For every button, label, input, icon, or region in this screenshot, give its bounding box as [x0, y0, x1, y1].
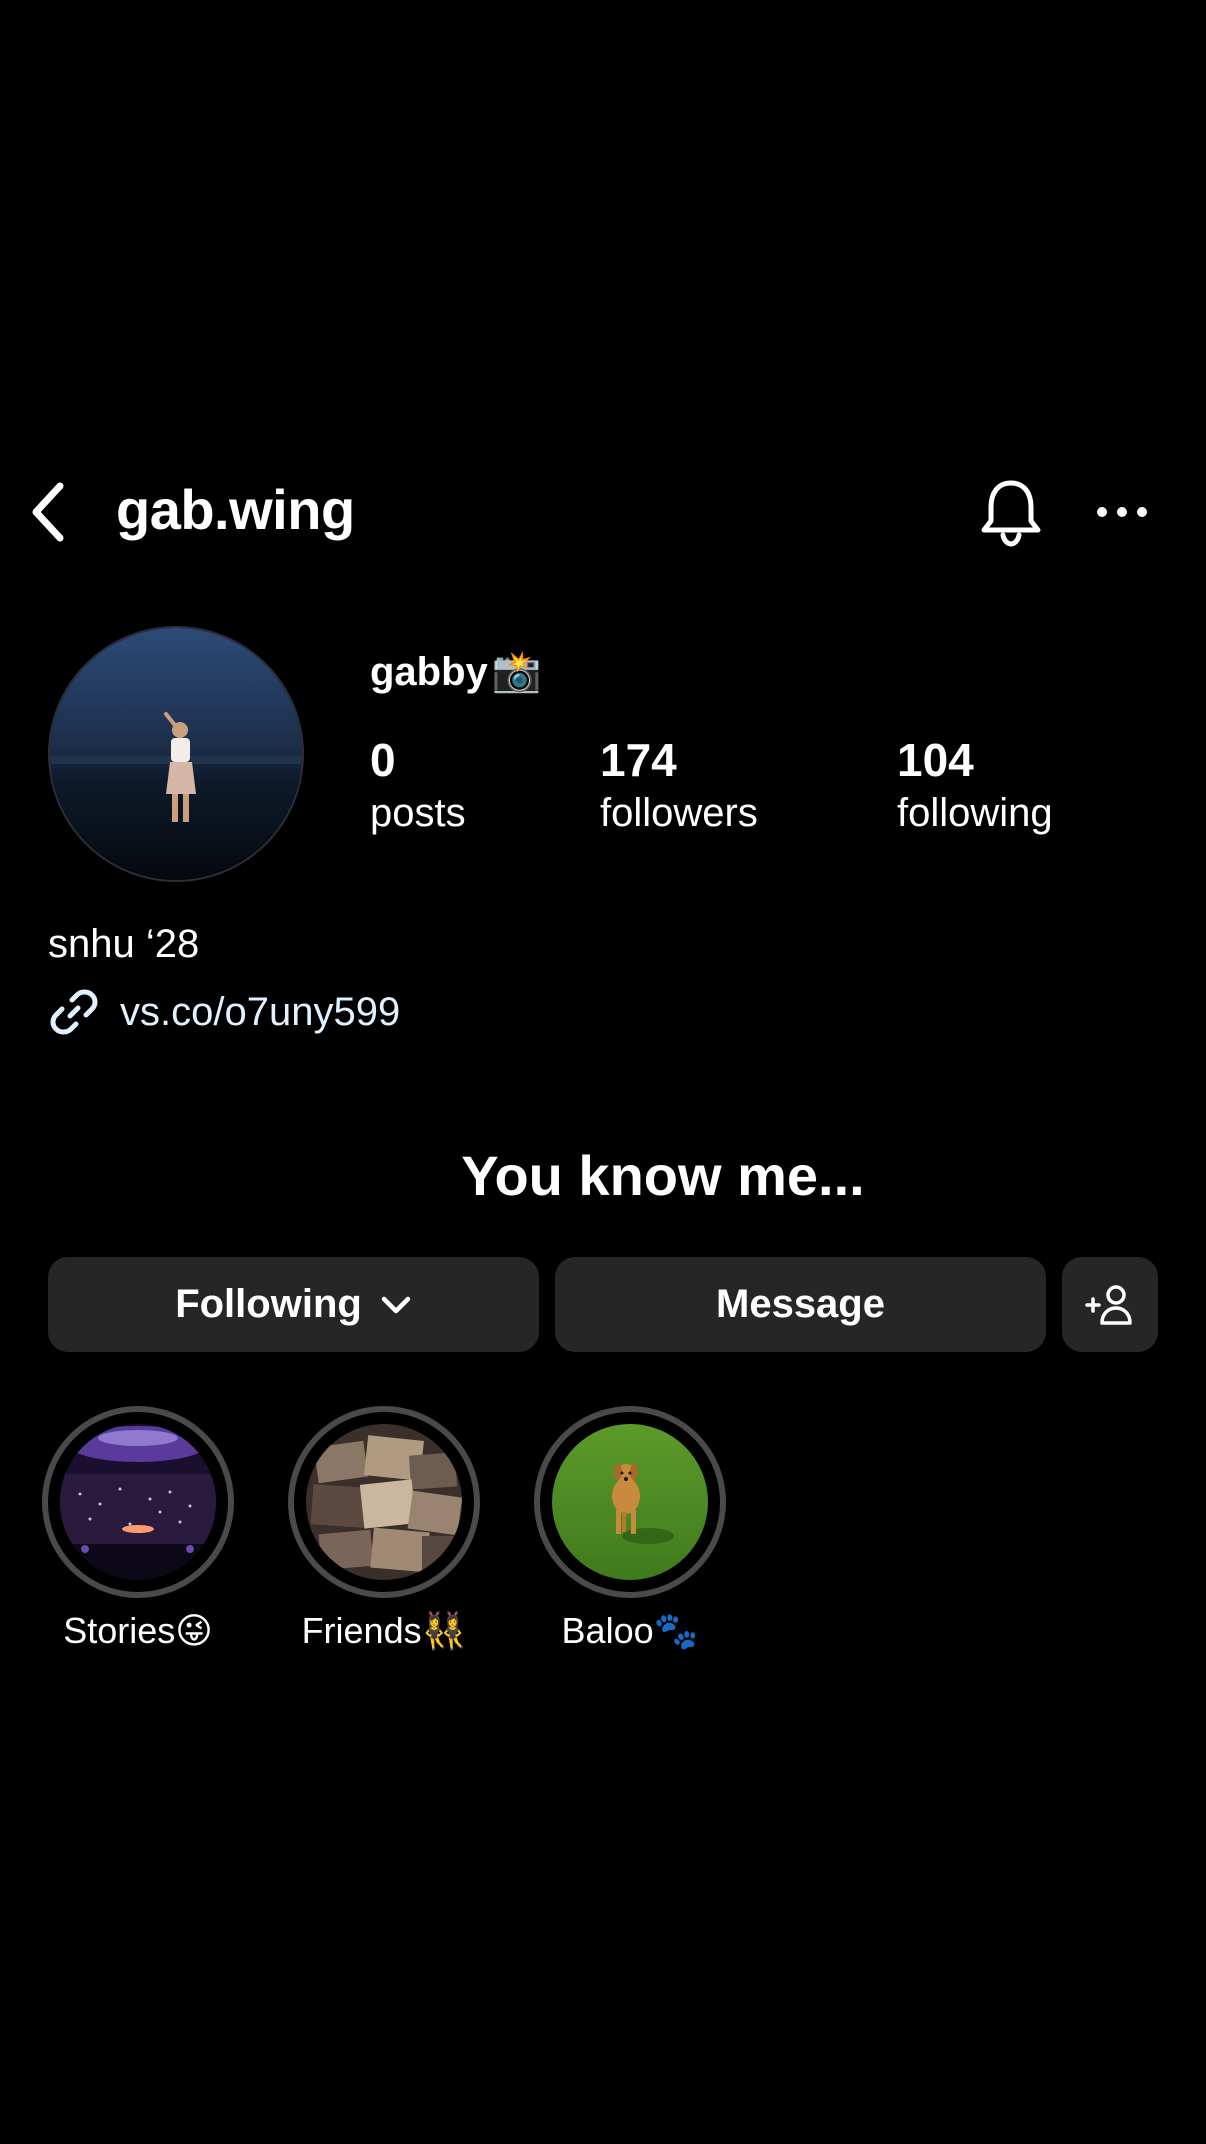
highlight-label: Stories😜	[63, 1610, 213, 1651]
profile-avatar[interactable]	[48, 626, 304, 882]
stat-value: 0	[370, 734, 396, 786]
profile-link[interactable]: vs.co/o7uny599	[48, 986, 400, 1038]
following-label: Following	[175, 1282, 362, 1326]
highlight-friends[interactable]: Friends👯‍♀️	[288, 1406, 480, 1651]
stat-value: 104	[897, 734, 974, 786]
highlight-ring	[42, 1406, 234, 1598]
display-name: gabby 📸	[370, 644, 542, 700]
following-button[interactable]: Following	[48, 1257, 539, 1352]
message-button[interactable]: Message	[555, 1257, 1046, 1352]
bell-icon	[981, 480, 1041, 547]
profile-tagline: You know me...	[461, 1144, 865, 1207]
stat-posts[interactable]: 0 posts	[370, 730, 466, 836]
stat-value: 174	[600, 734, 677, 786]
stat-label: following	[897, 791, 1053, 835]
concert-photo-icon	[60, 1424, 216, 1580]
highlight-ring	[288, 1406, 480, 1598]
stat-label: posts	[370, 791, 466, 835]
highlight-baloo[interactable]: Baloo🐾	[534, 1406, 726, 1651]
camera-flash-emoji: 📸	[491, 650, 542, 694]
more-options-button[interactable]	[1090, 484, 1154, 540]
highlight-label: Friends👯‍♀️	[301, 1610, 467, 1651]
profile-link-text[interactable]: vs.co/o7uny599	[120, 986, 400, 1038]
dog-photo-icon	[552, 1424, 708, 1580]
link-icon	[50, 989, 98, 1035]
highlight-stories[interactable]: Stories😜	[42, 1406, 234, 1651]
message-label: Message	[716, 1282, 885, 1326]
add-user-icon	[1085, 1284, 1132, 1325]
stat-label: followers	[600, 791, 758, 835]
chevron-left-icon	[32, 482, 64, 542]
notifications-button[interactable]	[974, 474, 1048, 550]
profile-username: gab.wing	[116, 478, 355, 541]
ellipsis-icon	[1097, 507, 1147, 517]
highlight-ring	[534, 1406, 726, 1598]
highlight-label: Baloo🐾	[561, 1610, 699, 1651]
collage-photo-icon	[306, 1424, 462, 1580]
back-button[interactable]	[18, 476, 78, 548]
profile-bio: snhu ‘28	[48, 922, 200, 966]
avatar-photo	[50, 628, 302, 880]
stat-followers[interactable]: 174 followers	[600, 730, 758, 836]
add-user-button[interactable]	[1062, 1257, 1158, 1352]
stat-following[interactable]: 104 following	[897, 730, 1053, 836]
chevron-down-icon	[381, 1296, 411, 1313]
